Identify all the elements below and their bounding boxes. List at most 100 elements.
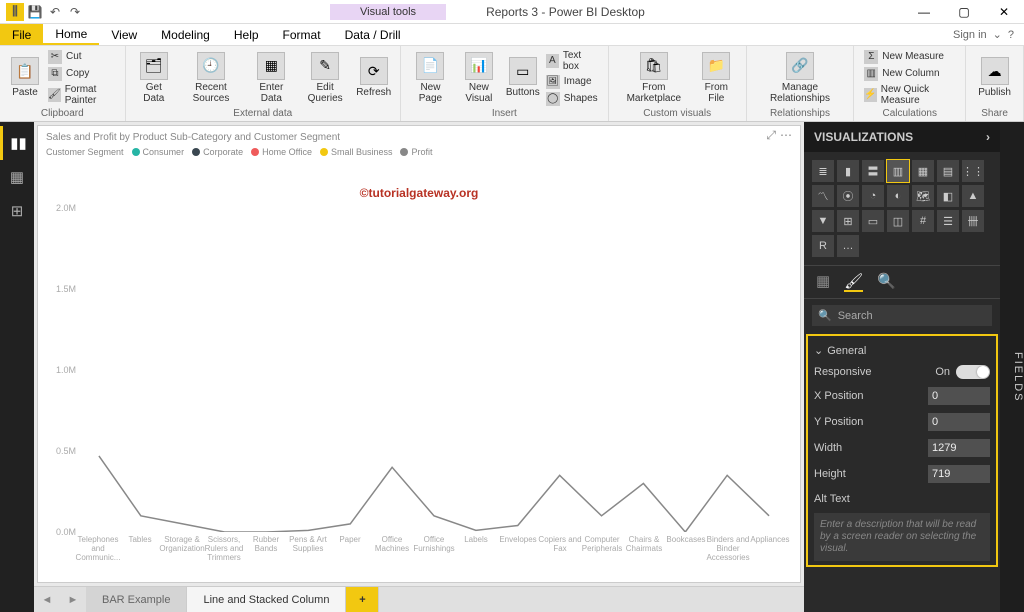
- responsive-toggle[interactable]: [956, 365, 990, 379]
- redo-icon[interactable]: ↷: [66, 3, 84, 21]
- model-view-icon[interactable]: ⊞: [0, 194, 34, 228]
- page-tab-bar-example[interactable]: BAR Example: [86, 587, 187, 612]
- data-view-icon[interactable]: ▦: [0, 160, 34, 194]
- new-page-button[interactable]: 📄New Page: [409, 50, 452, 106]
- format-search-input[interactable]: 🔍Search: [812, 305, 992, 326]
- title-bar: ⫼ 💾 ↶ ↷ Visual tools Reports 3 - Power B…: [0, 0, 1024, 24]
- visualization-type-picker: ≣▮〓▥▦▤⋮⋮ 〽⦿◔◐🗺◧▲ ▼⊞▭◫#☰卌 R…: [804, 152, 1000, 265]
- minimize-button[interactable]: —: [904, 0, 944, 24]
- left-nav-rail: ▮▮ ▦ ⊞: [0, 122, 34, 612]
- menu-file[interactable]: File: [0, 24, 43, 45]
- paste-button[interactable]: 📋Paste: [8, 55, 42, 100]
- viz-type-icon[interactable]: ▼: [812, 210, 834, 232]
- format-tab-icon[interactable]: 🖌: [844, 272, 863, 292]
- viz-type-icon[interactable]: ≣: [812, 160, 834, 182]
- chart-visual[interactable]: ⤢ ⋯ Sales and Profit by Product Sub-Cate…: [37, 125, 801, 583]
- get-data-button[interactable]: 🗂Get Data: [134, 50, 175, 106]
- menu-data-drill[interactable]: Data / Drill: [333, 24, 413, 45]
- viz-type-icon[interactable]: ◧: [937, 185, 959, 207]
- publish-button[interactable]: ☁Publish: [974, 55, 1015, 100]
- viz-type-icon[interactable]: ☰: [937, 210, 959, 232]
- copy-button[interactable]: ⧉Copy: [46, 66, 117, 82]
- from-file-button[interactable]: 📁From File: [695, 50, 738, 106]
- viz-type-icon[interactable]: #: [912, 210, 934, 232]
- text-box-button[interactable]: AText box: [544, 49, 600, 73]
- add-page-button[interactable]: +: [346, 587, 379, 612]
- enter-data-button[interactable]: ▦Enter Data: [248, 50, 295, 106]
- viz-type-icon[interactable]: ▮: [837, 160, 859, 182]
- fields-tab-icon[interactable]: ▦: [816, 272, 830, 292]
- menu-help[interactable]: Help: [222, 24, 271, 45]
- ribbon-group-calculations: Calculations: [862, 107, 957, 119]
- shapes-button[interactable]: ◯Shapes: [544, 91, 600, 107]
- chevron-right-icon[interactable]: ›: [986, 130, 990, 144]
- maximize-button[interactable]: ▢: [944, 0, 984, 24]
- viz-type-icon[interactable]: ▭: [862, 210, 884, 232]
- chart-legend: Customer SegmentConsumerCorporateHome Of…: [46, 147, 792, 157]
- image-button[interactable]: 🖼Image: [544, 74, 600, 90]
- viz-type-icon[interactable]: ▦: [912, 160, 934, 182]
- menu-bar: File Home View Modeling Help Format Data…: [0, 24, 1024, 46]
- focus-mode-icon[interactable]: ⤢: [766, 128, 776, 143]
- ribbon-group-clipboard: Clipboard: [8, 107, 117, 119]
- viz-type-icon[interactable]: R: [812, 235, 834, 257]
- report-view-icon[interactable]: ▮▮: [0, 126, 34, 160]
- viz-type-icon[interactable]: ⋮⋮: [962, 160, 984, 182]
- y-position-input[interactable]: [928, 413, 990, 431]
- viz-type-icon[interactable]: ▥: [887, 160, 909, 182]
- format-painter-button[interactable]: 🖌Format Painter: [46, 83, 117, 107]
- ribbon-group-share: Share: [974, 107, 1015, 119]
- more-options-icon[interactable]: ⋯: [780, 128, 792, 143]
- cut-button[interactable]: ✂Cut: [46, 49, 117, 65]
- x-position-input[interactable]: [928, 387, 990, 405]
- viz-type-icon[interactable]: ▤: [937, 160, 959, 182]
- alt-text-input[interactable]: Enter a description that will be read by…: [814, 513, 990, 561]
- viz-type-icon[interactable]: …: [837, 235, 859, 257]
- general-section-header[interactable]: ⌄General: [814, 340, 990, 361]
- refresh-button[interactable]: ⟳Refresh: [355, 55, 391, 100]
- analytics-tab-icon[interactable]: 🔍: [877, 272, 896, 292]
- tab-prev-icon[interactable]: ◄: [34, 587, 60, 612]
- viz-type-icon[interactable]: ◐: [887, 185, 909, 207]
- close-button[interactable]: ✕: [984, 0, 1024, 24]
- tab-next-icon[interactable]: ►: [60, 587, 86, 612]
- new-visual-button[interactable]: 📊New Visual: [456, 50, 502, 106]
- viz-type-icon[interactable]: ◫: [887, 210, 909, 232]
- menu-format[interactable]: Format: [271, 24, 333, 45]
- viz-type-icon[interactable]: ⦿: [837, 185, 859, 207]
- save-icon[interactable]: 💾: [26, 3, 44, 21]
- width-input[interactable]: [928, 439, 990, 457]
- menu-home[interactable]: Home: [43, 24, 99, 45]
- recent-sources-button[interactable]: 🕘Recent Sources: [178, 50, 244, 106]
- width-label: Width: [814, 442, 842, 454]
- viz-type-icon[interactable]: 〓: [862, 160, 884, 182]
- chart-plot-area: 0.0M0.5M1.0M1.5M2.0M Telephones and Comm…: [78, 176, 790, 532]
- new-quick-measure-button[interactable]: ⚡New Quick Measure: [862, 83, 957, 107]
- menu-modeling[interactable]: Modeling: [149, 24, 222, 45]
- from-marketplace-button[interactable]: 🛍From Marketplace: [617, 50, 691, 106]
- menu-view[interactable]: View: [99, 24, 149, 45]
- viz-type-icon[interactable]: 🗺: [912, 185, 934, 207]
- height-input[interactable]: [928, 465, 990, 483]
- viz-type-icon[interactable]: ⊞: [837, 210, 859, 232]
- ribbon-group-insert: Insert: [409, 107, 600, 119]
- viz-type-icon[interactable]: ▲: [962, 185, 984, 207]
- new-column-button[interactable]: ▥New Column: [862, 66, 957, 82]
- help-icon[interactable]: ?: [1008, 29, 1014, 41]
- ribbon-group-external-data: External data: [134, 107, 392, 119]
- manage-relationships-button[interactable]: 🔗Manage Relationships: [755, 50, 846, 106]
- fields-panel-collapsed[interactable]: FIELDS: [1000, 122, 1024, 612]
- visualizations-panel: VISUALIZATIONS› ≣▮〓▥▦▤⋮⋮〽⦿◔◐🗺◧▲▼⊞▭◫#☰卌R……: [804, 122, 1000, 612]
- height-label: Height: [814, 468, 846, 480]
- new-measure-button[interactable]: ΣNew Measure: [862, 49, 957, 65]
- sign-in-link[interactable]: Sign in⌄?: [943, 24, 1024, 45]
- edit-queries-button[interactable]: ✎Edit Queries: [299, 50, 352, 106]
- viz-type-icon[interactable]: ◔: [862, 185, 884, 207]
- viz-type-icon[interactable]: 〽: [812, 185, 834, 207]
- window-title: Reports 3 - Power BI Desktop: [486, 5, 645, 19]
- buttons-button[interactable]: ▭Buttons: [506, 55, 540, 100]
- viz-type-icon[interactable]: 卌: [962, 210, 984, 232]
- chevron-down-icon: ⌄: [993, 28, 1002, 41]
- undo-icon[interactable]: ↶: [46, 3, 64, 21]
- page-tab-line-stacked[interactable]: Line and Stacked Column: [187, 587, 346, 612]
